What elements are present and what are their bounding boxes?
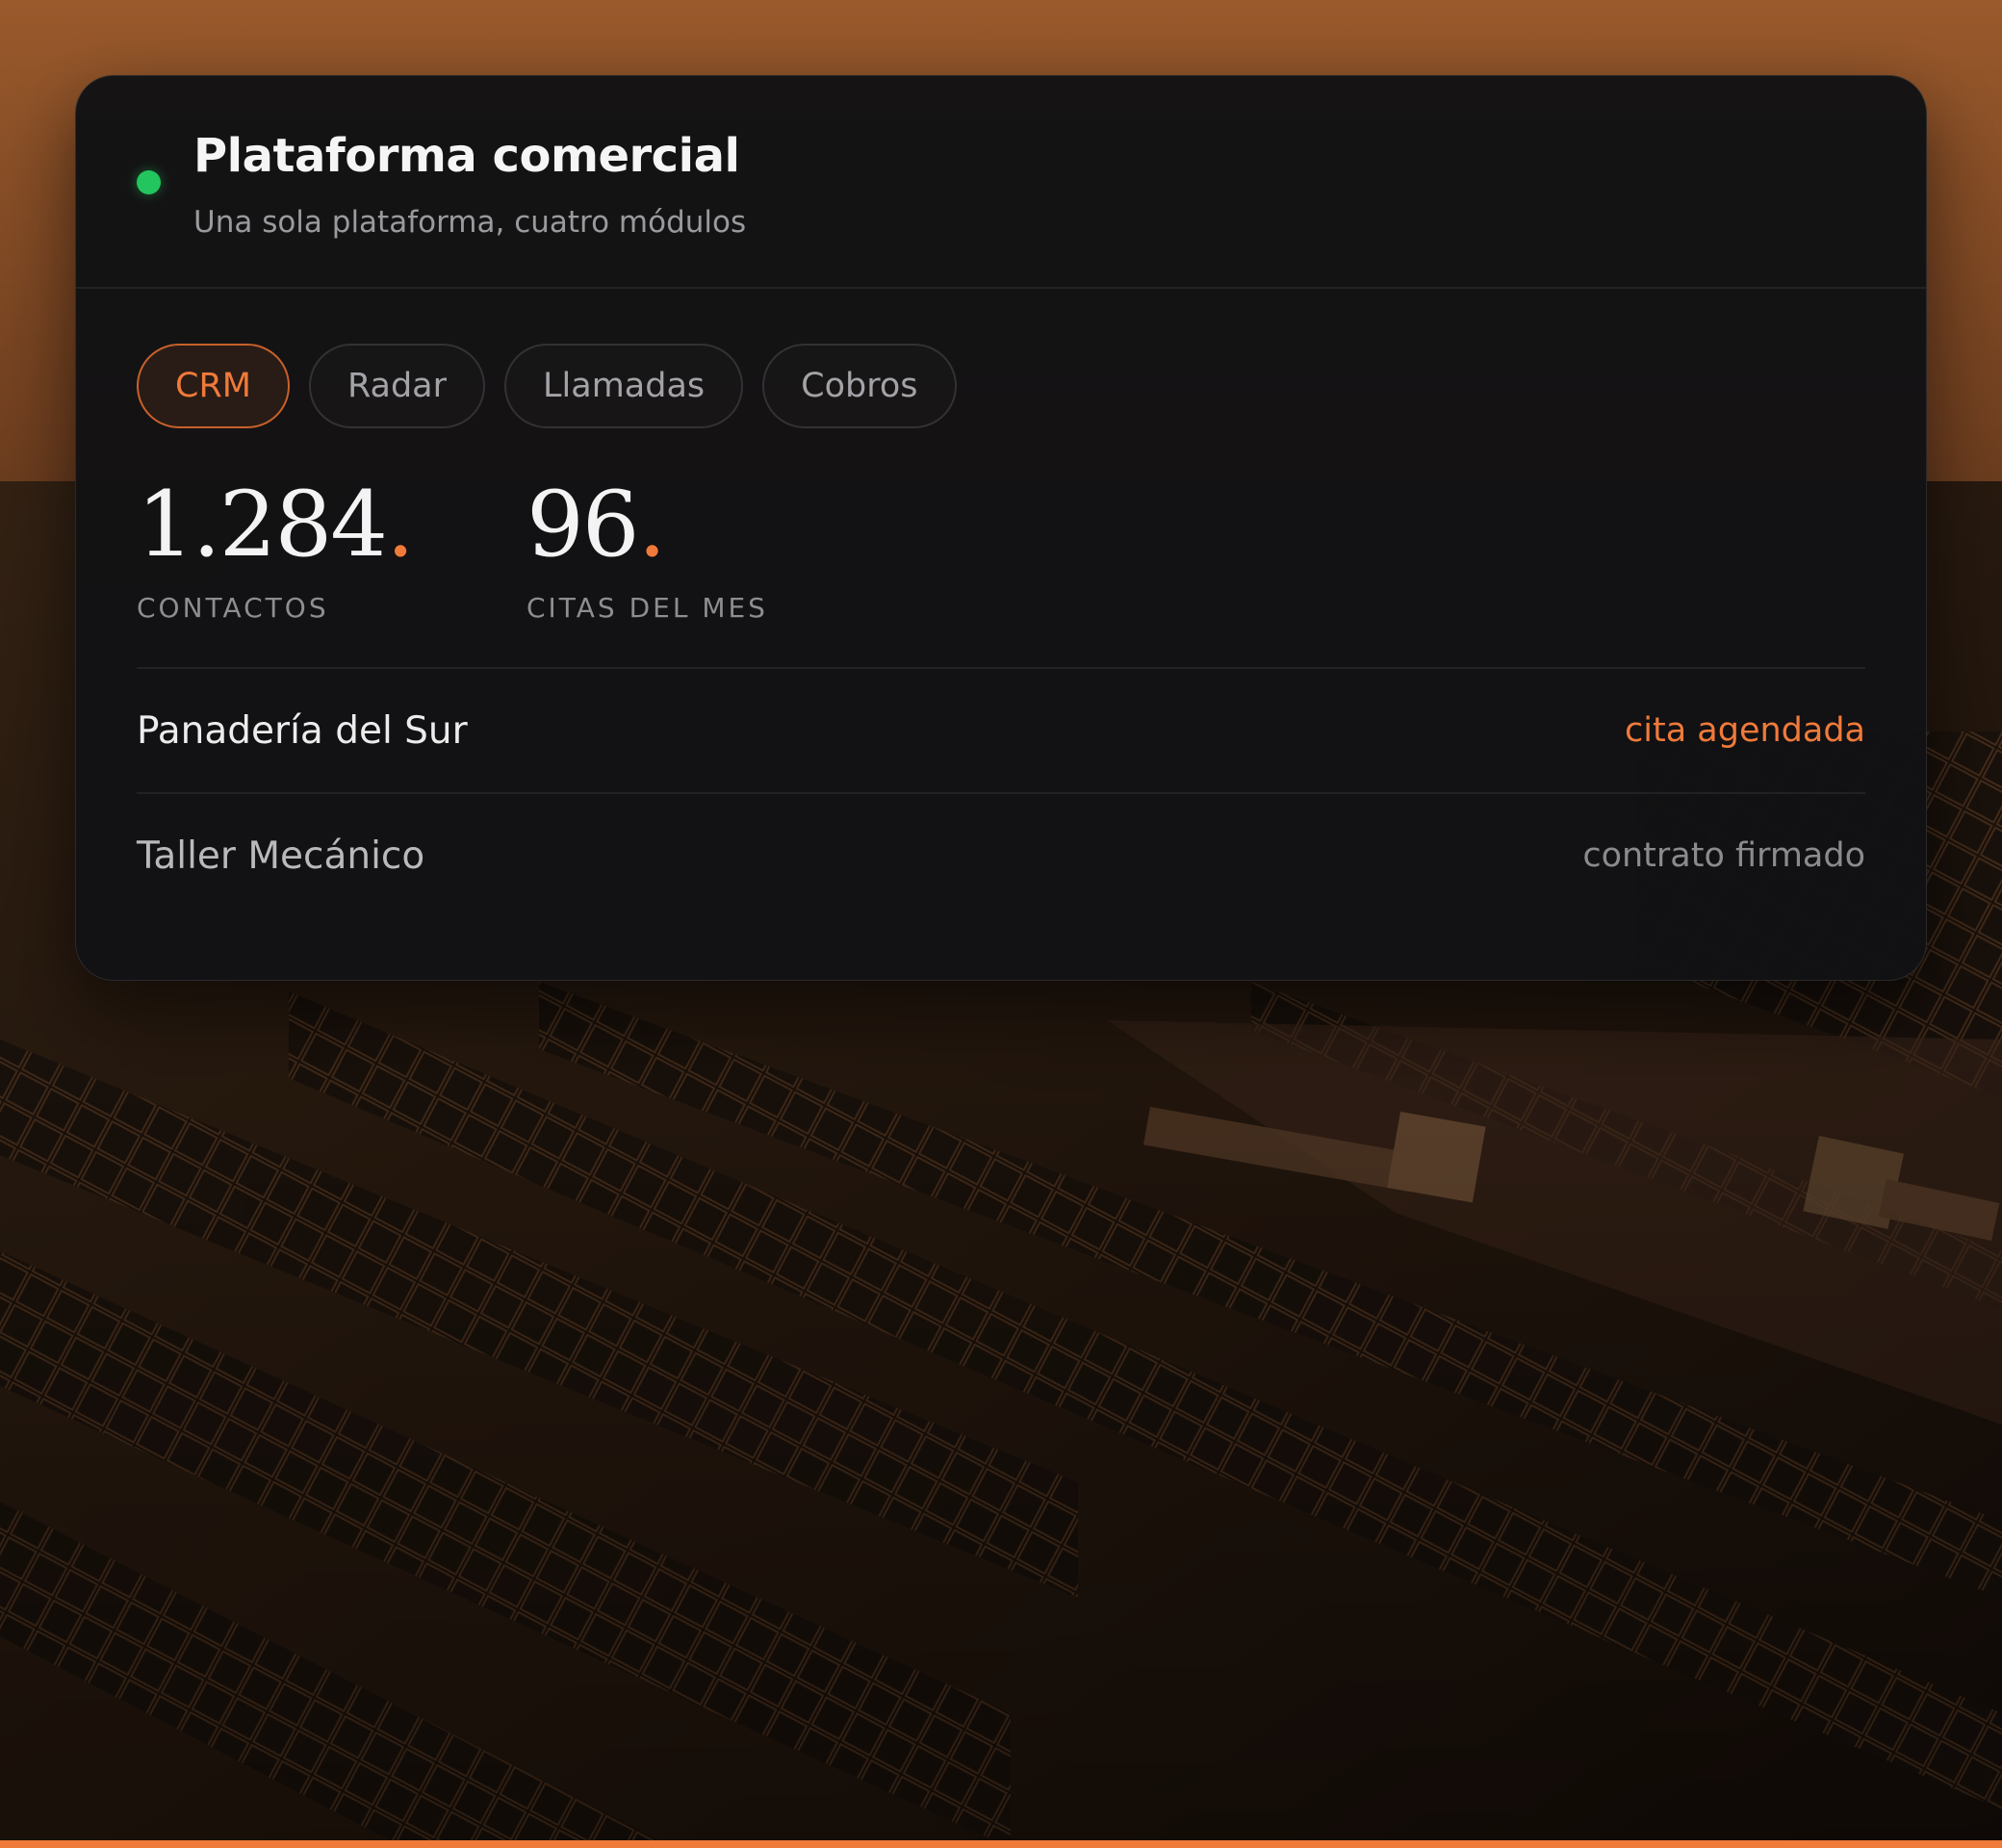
card-subtitle: Una sola plataforma, cuatro módulos	[193, 205, 747, 240]
bottom-accent-bar	[0, 1840, 2002, 1848]
platform-card: Plataforma comercial Una sola plataforma…	[75, 75, 1927, 981]
stat-appointments-label: CITAS DEL MES	[526, 592, 768, 624]
list-item-name: Panadería del Sur	[137, 708, 468, 753]
stat-appointments-value: 96.	[526, 473, 667, 578]
list-item[interactable]: Taller Mecánico contrato firmado	[137, 792, 1865, 917]
tab-crm[interactable]: CRM	[137, 344, 290, 428]
status-dot-icon	[137, 170, 161, 194]
module-tabs: CRM Radar Llamadas Cobros	[137, 344, 957, 428]
card-header: Plataforma comercial Una sola plataforma…	[76, 76, 1926, 289]
stat-appointments: 96. CITAS DEL MES	[526, 473, 768, 625]
list-item[interactable]: Panadería del Sur cita agendada	[137, 667, 1865, 792]
tab-cobros[interactable]: Cobros	[762, 344, 957, 428]
list-item-status: cita agendada	[1625, 711, 1865, 750]
tab-radar[interactable]: Radar	[308, 344, 486, 428]
activity-list: Panadería del Sur cita agendada Taller M…	[137, 667, 1865, 917]
list-item-status: contrato firmado	[1582, 836, 1865, 875]
stat-contacts-label: CONTACTOS	[137, 592, 329, 624]
card-title: Plataforma comercial	[193, 129, 740, 183]
list-item-name: Taller Mecánico	[137, 834, 425, 878]
stats-row: 1.284. CONTACTOS 96. CITAS DEL MES	[137, 473, 882, 625]
tab-llamadas[interactable]: Llamadas	[504, 344, 744, 428]
stat-contacts-value: 1.284.	[137, 473, 415, 578]
stat-contacts: 1.284. CONTACTOS	[137, 473, 415, 625]
